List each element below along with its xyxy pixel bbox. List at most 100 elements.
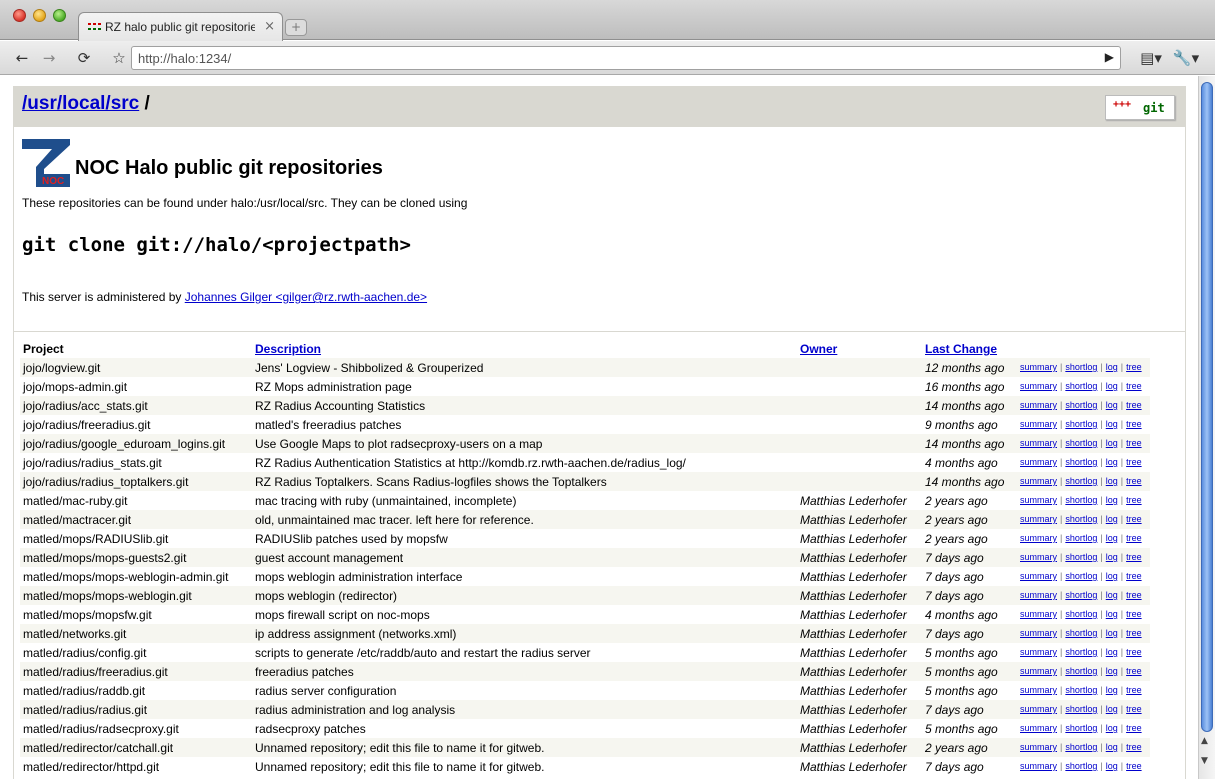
project-link[interactable]: matled/redirector/catchall.git (23, 741, 173, 755)
summary-link[interactable]: summary (1020, 666, 1057, 676)
shortlog-link[interactable]: shortlog (1065, 704, 1097, 714)
forward-button[interactable]: → (37, 47, 61, 69)
tree-link[interactable]: tree (1126, 438, 1142, 448)
shortlog-link[interactable]: shortlog (1065, 666, 1097, 676)
shortlog-link[interactable]: shortlog (1065, 381, 1097, 391)
vertical-scrollbar[interactable]: ▲ ▼ (1198, 76, 1215, 779)
project-description[interactable]: radius server configuration (255, 684, 396, 698)
project-description[interactable]: RZ Radius Accounting Statistics (255, 399, 425, 413)
scroll-down-icon[interactable]: ▼ (1201, 756, 1208, 766)
tree-link[interactable]: tree (1126, 704, 1142, 714)
project-description[interactable]: RADIUSlib patches used by mopsfw (255, 532, 448, 546)
log-link[interactable]: log (1106, 476, 1118, 486)
go-button[interactable]: ▶ (1105, 50, 1114, 64)
shortlog-link[interactable]: shortlog (1065, 438, 1097, 448)
summary-link[interactable]: summary (1020, 628, 1057, 638)
project-link[interactable]: matled/radius/radius.git (23, 703, 147, 717)
shortlog-link[interactable]: shortlog (1065, 647, 1097, 657)
shortlog-link[interactable]: shortlog (1065, 723, 1097, 733)
tree-link[interactable]: tree (1126, 628, 1142, 638)
log-link[interactable]: log (1106, 628, 1118, 638)
log-link[interactable]: log (1106, 533, 1118, 543)
log-link[interactable]: log (1106, 571, 1118, 581)
shortlog-link[interactable]: shortlog (1065, 362, 1097, 372)
summary-link[interactable]: summary (1020, 495, 1057, 505)
address-bar[interactable]: http://halo:1234/ ▶ (131, 46, 1121, 70)
shortlog-link[interactable]: shortlog (1065, 533, 1097, 543)
scroll-up-icon[interactable]: ▲ (1201, 736, 1208, 746)
project-link[interactable]: jojo/radius/radius_stats.git (23, 456, 162, 470)
project-description[interactable]: Jens' Logview - Shibbolized & Grouperize… (255, 361, 483, 375)
shortlog-link[interactable]: shortlog (1065, 590, 1097, 600)
project-link[interactable]: matled/radius/freeradius.git (23, 665, 168, 679)
summary-link[interactable]: summary (1020, 381, 1057, 391)
log-link[interactable]: log (1106, 381, 1118, 391)
project-link[interactable]: matled/mops/mops-weblogin.git (23, 589, 192, 603)
project-description[interactable]: mops firewall script on noc-mops (255, 608, 430, 622)
project-description[interactable]: matled's freeradius patches (255, 418, 401, 432)
summary-link[interactable]: summary (1020, 723, 1057, 733)
tree-link[interactable]: tree (1126, 666, 1142, 676)
tree-link[interactable]: tree (1126, 381, 1142, 391)
tree-link[interactable]: tree (1126, 419, 1142, 429)
project-link[interactable]: matled/redirector/httpd.git (23, 760, 159, 774)
summary-link[interactable]: summary (1020, 761, 1057, 771)
log-link[interactable]: log (1106, 685, 1118, 695)
summary-link[interactable]: summary (1020, 571, 1057, 581)
project-description[interactable]: mops weblogin administration interface (255, 570, 462, 584)
tree-link[interactable]: tree (1126, 476, 1142, 486)
log-link[interactable]: log (1106, 514, 1118, 524)
tree-link[interactable]: tree (1126, 552, 1142, 562)
summary-link[interactable]: summary (1020, 476, 1057, 486)
window-maximize-button[interactable] (53, 9, 66, 22)
log-link[interactable]: log (1106, 666, 1118, 676)
shortlog-link[interactable]: shortlog (1065, 742, 1097, 752)
scrollbar-thumb[interactable] (1201, 82, 1213, 732)
git-logo[interactable]: +++ git (1105, 95, 1175, 120)
tree-link[interactable]: tree (1126, 761, 1142, 771)
shortlog-link[interactable]: shortlog (1065, 552, 1097, 562)
summary-link[interactable]: summary (1020, 742, 1057, 752)
summary-link[interactable]: summary (1020, 533, 1057, 543)
back-button[interactable]: ← (10, 47, 34, 69)
project-description[interactable]: mops weblogin (redirector) (255, 589, 397, 603)
log-link[interactable]: log (1106, 609, 1118, 619)
project-description[interactable]: radius administration and log analysis (255, 703, 455, 717)
project-link[interactable]: matled/mops/mops-guests2.git (23, 551, 186, 565)
summary-link[interactable]: summary (1020, 438, 1057, 448)
shortlog-link[interactable]: shortlog (1065, 514, 1097, 524)
shortlog-link[interactable]: shortlog (1065, 457, 1097, 467)
log-link[interactable]: log (1106, 419, 1118, 429)
tree-link[interactable]: tree (1126, 723, 1142, 733)
project-description[interactable]: radsecproxy patches (255, 722, 366, 736)
bookmark-star-icon[interactable]: ☆ (107, 47, 131, 69)
project-link[interactable]: matled/radius/config.git (23, 646, 146, 660)
project-link[interactable]: jojo/radius/google_eduroam_logins.git (23, 437, 225, 451)
header-owner-link[interactable]: Owner (800, 342, 837, 356)
summary-link[interactable]: summary (1020, 704, 1057, 714)
reload-button[interactable]: ⟳ (72, 47, 96, 69)
page-menu-button[interactable]: ▤▾ (1136, 47, 1166, 69)
summary-link[interactable]: summary (1020, 419, 1057, 429)
project-description[interactable]: freeradius patches (255, 665, 354, 679)
summary-link[interactable]: summary (1020, 514, 1057, 524)
window-minimize-button[interactable] (33, 9, 46, 22)
summary-link[interactable]: summary (1020, 609, 1057, 619)
log-link[interactable]: log (1106, 590, 1118, 600)
summary-link[interactable]: summary (1020, 400, 1057, 410)
project-link[interactable]: jojo/radius/freeradius.git (23, 418, 150, 432)
project-link[interactable]: jojo/logview.git (23, 361, 100, 375)
tree-link[interactable]: tree (1126, 609, 1142, 619)
summary-link[interactable]: summary (1020, 590, 1057, 600)
tree-link[interactable]: tree (1126, 362, 1142, 372)
tab-close-icon[interactable]: × (264, 19, 275, 34)
tree-link[interactable]: tree (1126, 742, 1142, 752)
project-description[interactable]: guest account management (255, 551, 403, 565)
tab-active[interactable]: RZ halo public git repositories × (78, 12, 283, 41)
project-link[interactable]: matled/mops/mops-weblogin-admin.git (23, 570, 228, 584)
project-link[interactable]: matled/radius/raddb.git (23, 684, 145, 698)
project-link[interactable]: matled/radius/radsecproxy.git (23, 722, 179, 736)
project-description[interactable]: ip address assignment (networks.xml) (255, 627, 456, 641)
log-link[interactable]: log (1106, 400, 1118, 410)
project-link[interactable]: jojo/radius/acc_stats.git (23, 399, 148, 413)
